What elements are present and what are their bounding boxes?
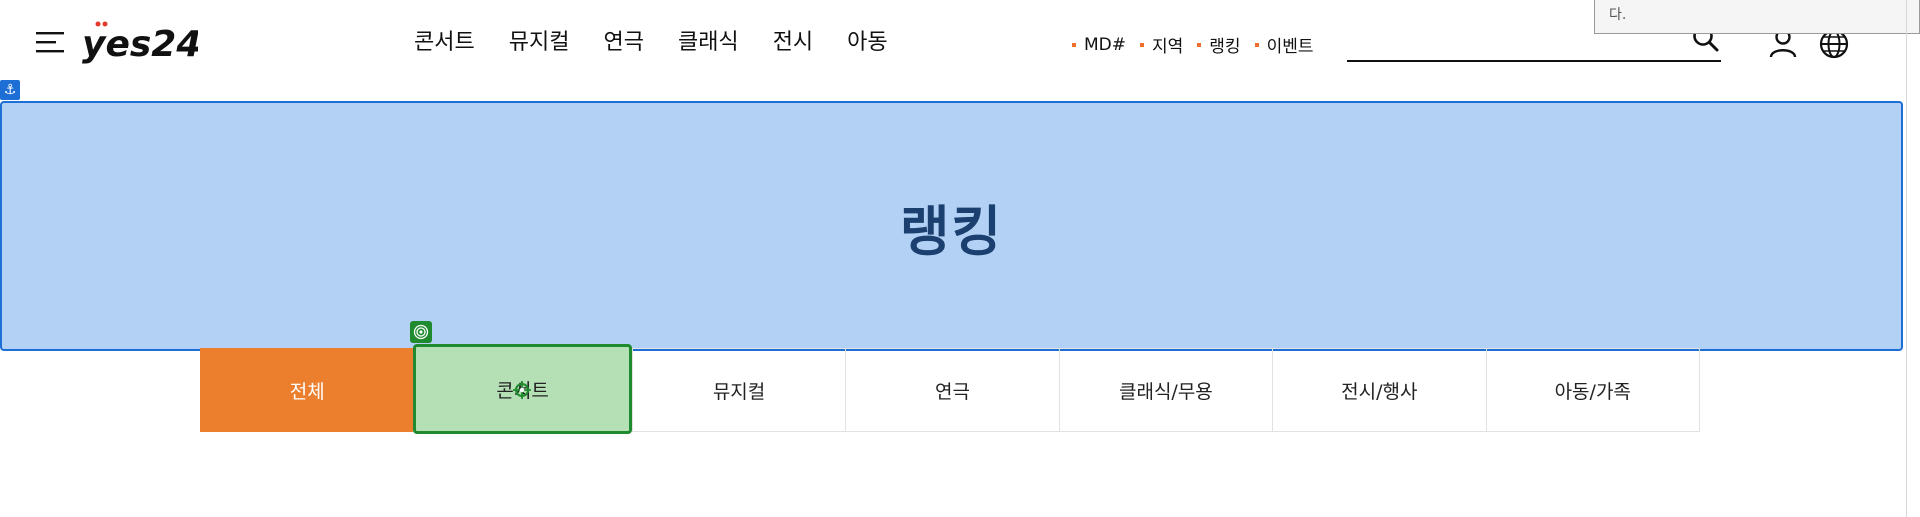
sub-link-label: 지역 bbox=[1152, 37, 1184, 57]
tab-exhibition-event[interactable]: 전시/행사 bbox=[1272, 348, 1486, 432]
tab-all[interactable]: 전체 bbox=[200, 348, 414, 432]
category-tabs: 전체 콘서트 뮤지컬 연극 클래식/무용 전시/행사 아동/가족 bbox=[200, 344, 1700, 434]
ranking-hero-banner: 랭킹 bbox=[0, 101, 1903, 351]
nav-item-exhibition[interactable]: 전시 bbox=[773, 28, 813, 58]
tooltip-popup: 다. bbox=[1594, 0, 1920, 34]
tab-musical[interactable]: 뮤지컬 bbox=[631, 348, 846, 432]
sub-link-ranking[interactable]: 랭킹 bbox=[1197, 32, 1241, 57]
tab-classic-dance[interactable]: 클래식/무용 bbox=[1058, 348, 1273, 432]
page-title: 랭킹 bbox=[899, 199, 1004, 263]
nav-item-concert[interactable]: 콘서트 bbox=[414, 28, 475, 58]
sub-link-region[interactable]: 지역 bbox=[1140, 32, 1183, 57]
anchor-icon: ⚓ bbox=[0, 80, 20, 100]
sub-links: MD# 지역 랭킹 이벤트 bbox=[1072, 32, 1328, 57]
tab-play[interactable]: 연극 bbox=[845, 348, 1059, 432]
main-nav: 콘서트 뮤지컬 연극 클래식 전시 아동 bbox=[414, 28, 922, 58]
yes24-logo[interactable]: yes24 bbox=[80, 18, 198, 66]
nav-item-play[interactable]: 연극 bbox=[603, 28, 643, 58]
nav-item-kids[interactable]: 아동 bbox=[847, 28, 887, 58]
tab-kids-family[interactable]: 아동/가족 bbox=[1485, 348, 1699, 432]
bullet-icon bbox=[1072, 42, 1076, 47]
target-icon bbox=[410, 321, 432, 343]
nav-item-classic[interactable]: 클래식 bbox=[678, 28, 739, 58]
sub-link-md[interactable]: MD# bbox=[1072, 35, 1126, 55]
scrollbar-divider bbox=[1906, 0, 1907, 517]
sub-link-event[interactable]: 이벤트 bbox=[1254, 32, 1314, 57]
hamburger-menu-icon[interactable] bbox=[36, 30, 66, 54]
target-glyph-icon bbox=[413, 324, 429, 340]
crosshair-icon bbox=[513, 381, 531, 399]
bullet-icon bbox=[1197, 42, 1202, 47]
sub-link-label: 랭킹 bbox=[1209, 37, 1241, 57]
bullet-icon bbox=[1140, 42, 1145, 47]
sub-link-label: MD# bbox=[1084, 34, 1127, 55]
sub-link-label: 이벤트 bbox=[1266, 37, 1314, 57]
logo-text: yes24 bbox=[82, 24, 198, 65]
nav-item-musical[interactable]: 뮤지컬 bbox=[509, 28, 570, 58]
bullet-icon bbox=[1254, 42, 1259, 47]
